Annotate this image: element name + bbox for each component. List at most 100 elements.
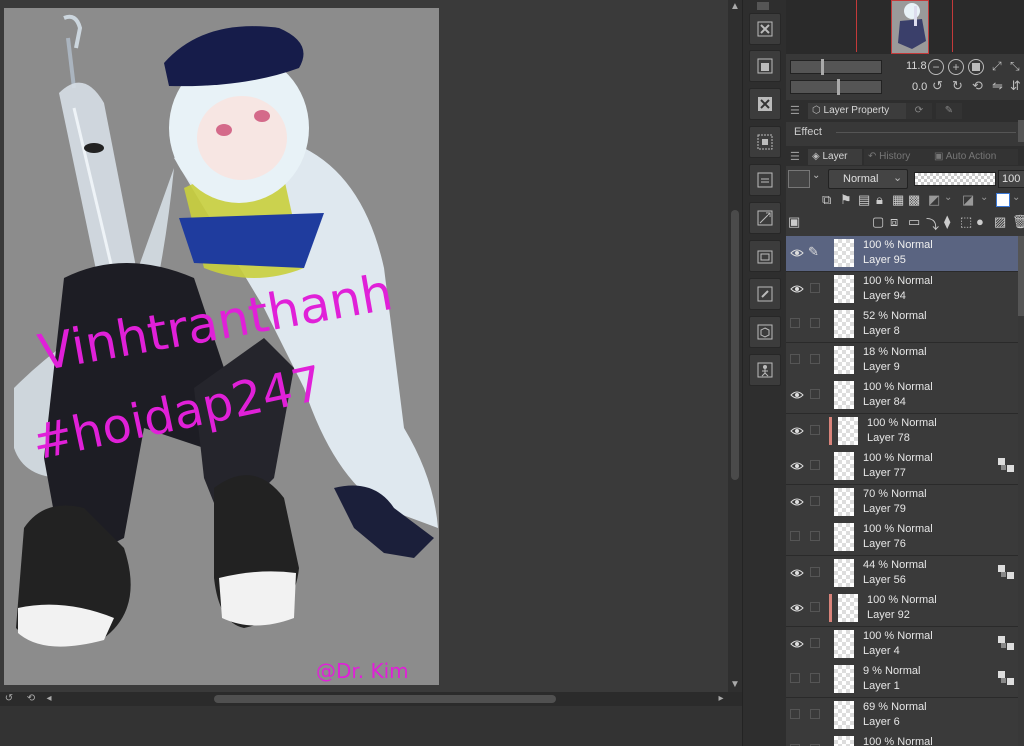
layer-row[interactable]: 70 % Normal Layer 79 <box>786 484 1018 521</box>
rotate-left-icon[interactable]: ↺ <box>932 78 943 94</box>
layer-row[interactable]: 100 % Normal Layer 77 <box>786 449 1018 485</box>
reset-rotation-icon[interactable]: ⟲ <box>972 78 983 94</box>
opacity-input[interactable]: 100 <box>998 170 1024 188</box>
layer-row[interactable]: 100 % Normal Layer 92 <box>786 591 1018 627</box>
lock-toggle[interactable] <box>810 424 820 435</box>
layer-row[interactable]: 100 % Normal Layer 78 <box>786 413 1018 450</box>
layer-color-icon[interactable] <box>996 193 1010 207</box>
tab-sub-tool-icon[interactable]: ⟳ <box>906 103 932 119</box>
3d-object-icon[interactable] <box>749 316 781 348</box>
eye-icon[interactable] <box>790 496 804 508</box>
vertical-scrollbar[interactable]: ▲ ▼ <box>728 0 742 692</box>
draft-layer-icon[interactable]: ▤ <box>858 192 870 208</box>
pen-edit-icon[interactable]: ✎ <box>808 244 819 260</box>
eye-icon[interactable] <box>790 247 804 259</box>
layer-row[interactable]: 44 % Normal Layer 56 <box>786 555 1018 592</box>
mask-enable-icon[interactable]: ◩ <box>928 192 940 208</box>
vertical-scroll-thumb[interactable] <box>731 210 739 480</box>
apply-mask-icon[interactable]: ● <box>976 214 984 229</box>
lock-toggle[interactable] <box>810 673 820 683</box>
visibility-toggle[interactable] <box>790 673 800 683</box>
lock-toggle[interactable] <box>810 531 820 541</box>
delete-layer-icon[interactable]: 🗑︎ <box>1012 214 1024 230</box>
actual-size-icon[interactable] <box>968 59 984 75</box>
new-raster-layer-icon[interactable] <box>749 126 781 158</box>
flip-horizontal-icon[interactable]: ⇋ <box>992 78 1003 94</box>
fit-window-icon[interactable]: ⤡ <box>1010 59 1024 73</box>
zoom-in-icon[interactable]: + <box>948 59 964 75</box>
scroll-down-icon[interactable]: ▼ <box>728 678 742 692</box>
chevron-down-icon[interactable]: ⌄ <box>980 192 988 203</box>
visibility-toggle[interactable] <box>790 318 800 328</box>
eye-icon[interactable] <box>790 602 804 614</box>
mask-icon[interactable] <box>998 635 1014 650</box>
rotate-left-icon[interactable]: ↺ <box>2 692 16 706</box>
layer-color-swatch[interactable] <box>788 170 810 188</box>
eye-icon[interactable] <box>790 389 804 401</box>
flip-vertical-icon[interactable]: ⇵ <box>1010 78 1021 94</box>
clip-below-icon[interactable]: ⧉ <box>822 192 831 208</box>
clear-layer-icon[interactable] <box>749 13 781 45</box>
menu-icon[interactable]: ☰ <box>790 104 800 117</box>
mask-icon[interactable] <box>998 564 1014 579</box>
eye-icon[interactable] <box>790 425 804 437</box>
fill-layer-icon[interactable] <box>749 50 781 82</box>
layer-row[interactable]: 100 % Normal Layer 84 <box>786 378 1018 414</box>
rotate-right-icon[interactable]: ↻ <box>952 78 963 94</box>
edit-icon[interactable] <box>749 278 781 310</box>
lock-toggle[interactable] <box>810 566 820 577</box>
layer-row[interactable]: 100 % Normal Layer 76 <box>786 520 1018 556</box>
ruler-range-icon[interactable]: ◪ <box>962 192 974 208</box>
layer-row[interactable]: 100 % Normal <box>786 733 1018 746</box>
menu-icon[interactable]: ☰ <box>790 150 800 163</box>
mask-icon[interactable] <box>998 671 1014 685</box>
checker-icon[interactable]: ▩ <box>908 192 920 208</box>
artwork-canvas[interactable]: Vinhtranthanh #hoidap247 @Dr. Kim <box>4 8 439 685</box>
scroll-right-icon[interactable]: ▸ <box>714 692 728 706</box>
zoom-out-icon[interactable]: − <box>928 59 944 75</box>
lock-toggle[interactable] <box>810 495 820 506</box>
visibility-toggle[interactable] <box>790 708 800 719</box>
lock-toggle[interactable] <box>810 353 820 364</box>
layer-row[interactable]: 69 % Normal Layer 6 <box>786 697 1018 734</box>
reference-layer-icon[interactable]: ⚑ <box>840 192 852 208</box>
eye-icon[interactable] <box>790 460 804 472</box>
visibility-toggle[interactable] <box>790 353 800 364</box>
horizontal-scrollbar[interactable]: ↺ ⟲ ◂ ▸ <box>0 692 742 706</box>
lock-toggle[interactable] <box>810 637 820 648</box>
layer-row[interactable]: 100 % Normal Layer 4 <box>786 626 1018 663</box>
chevron-down-icon[interactable]: ⌄ <box>812 170 820 181</box>
layer-list-scrollbar[interactable] <box>1018 236 1024 316</box>
opacity-slider[interactable] <box>914 172 996 186</box>
navigator-preview[interactable] <box>786 0 1024 54</box>
tab-layer-property[interactable]: ⬡ Layer Property <box>808 103 906 119</box>
lock-icon[interactable]: 🔒︎ <box>876 192 883 208</box>
new-folder-icon[interactable]: ▭ <box>908 214 920 230</box>
zoom-slider[interactable] <box>790 59 882 75</box>
eye-icon[interactable] <box>790 638 804 650</box>
layer-list[interactable]: ✎ 100 % Normal Layer 95 100 % Normal Layer 9… <box>786 236 1024 746</box>
lock-toggle[interactable] <box>810 318 820 328</box>
rotate-slider[interactable] <box>790 79 882 95</box>
new-vector-layer-icon[interactable] <box>749 164 781 196</box>
eye-icon[interactable] <box>790 283 804 295</box>
navigator-thumbnail[interactable] <box>891 0 929 54</box>
merge-down-icon[interactable]: ⧫ <box>944 214 950 230</box>
rotate-reset-icon[interactable]: ⟲ <box>24 692 38 706</box>
visibility-toggle[interactable] <box>790 531 800 541</box>
layer-row[interactable]: 9 % Normal Layer 1 <box>786 662 1018 698</box>
mask-icon[interactable]: ▨ <box>994 214 1006 230</box>
transfer-down-icon[interactable]: ⤵ <box>926 214 939 233</box>
layer-row[interactable]: 52 % Normal Layer 8 <box>786 307 1018 343</box>
lock-toggle[interactable] <box>810 602 820 612</box>
canvas-area[interactable]: Vinhtranthanh #hoidap247 @Dr. Kim ▲ ▼ <box>0 0 742 708</box>
panel-layout-icon[interactable]: ▣ <box>788 214 800 230</box>
lock-toggle[interactable] <box>810 460 820 470</box>
tab-history[interactable]: ↶ History <box>864 149 930 165</box>
blend-mode-select[interactable]: Normal ⌄ <box>828 169 908 189</box>
fit-screen-icon[interactable]: ⤢ <box>992 59 1006 73</box>
property-scrollbar[interactable] <box>1018 120 1024 142</box>
tab-layer[interactable]: ◈ Layer <box>808 149 862 165</box>
tab-auto-action[interactable]: ▣ Auto Action <box>930 149 1018 165</box>
scroll-left-icon[interactable]: ◂ <box>42 692 56 706</box>
